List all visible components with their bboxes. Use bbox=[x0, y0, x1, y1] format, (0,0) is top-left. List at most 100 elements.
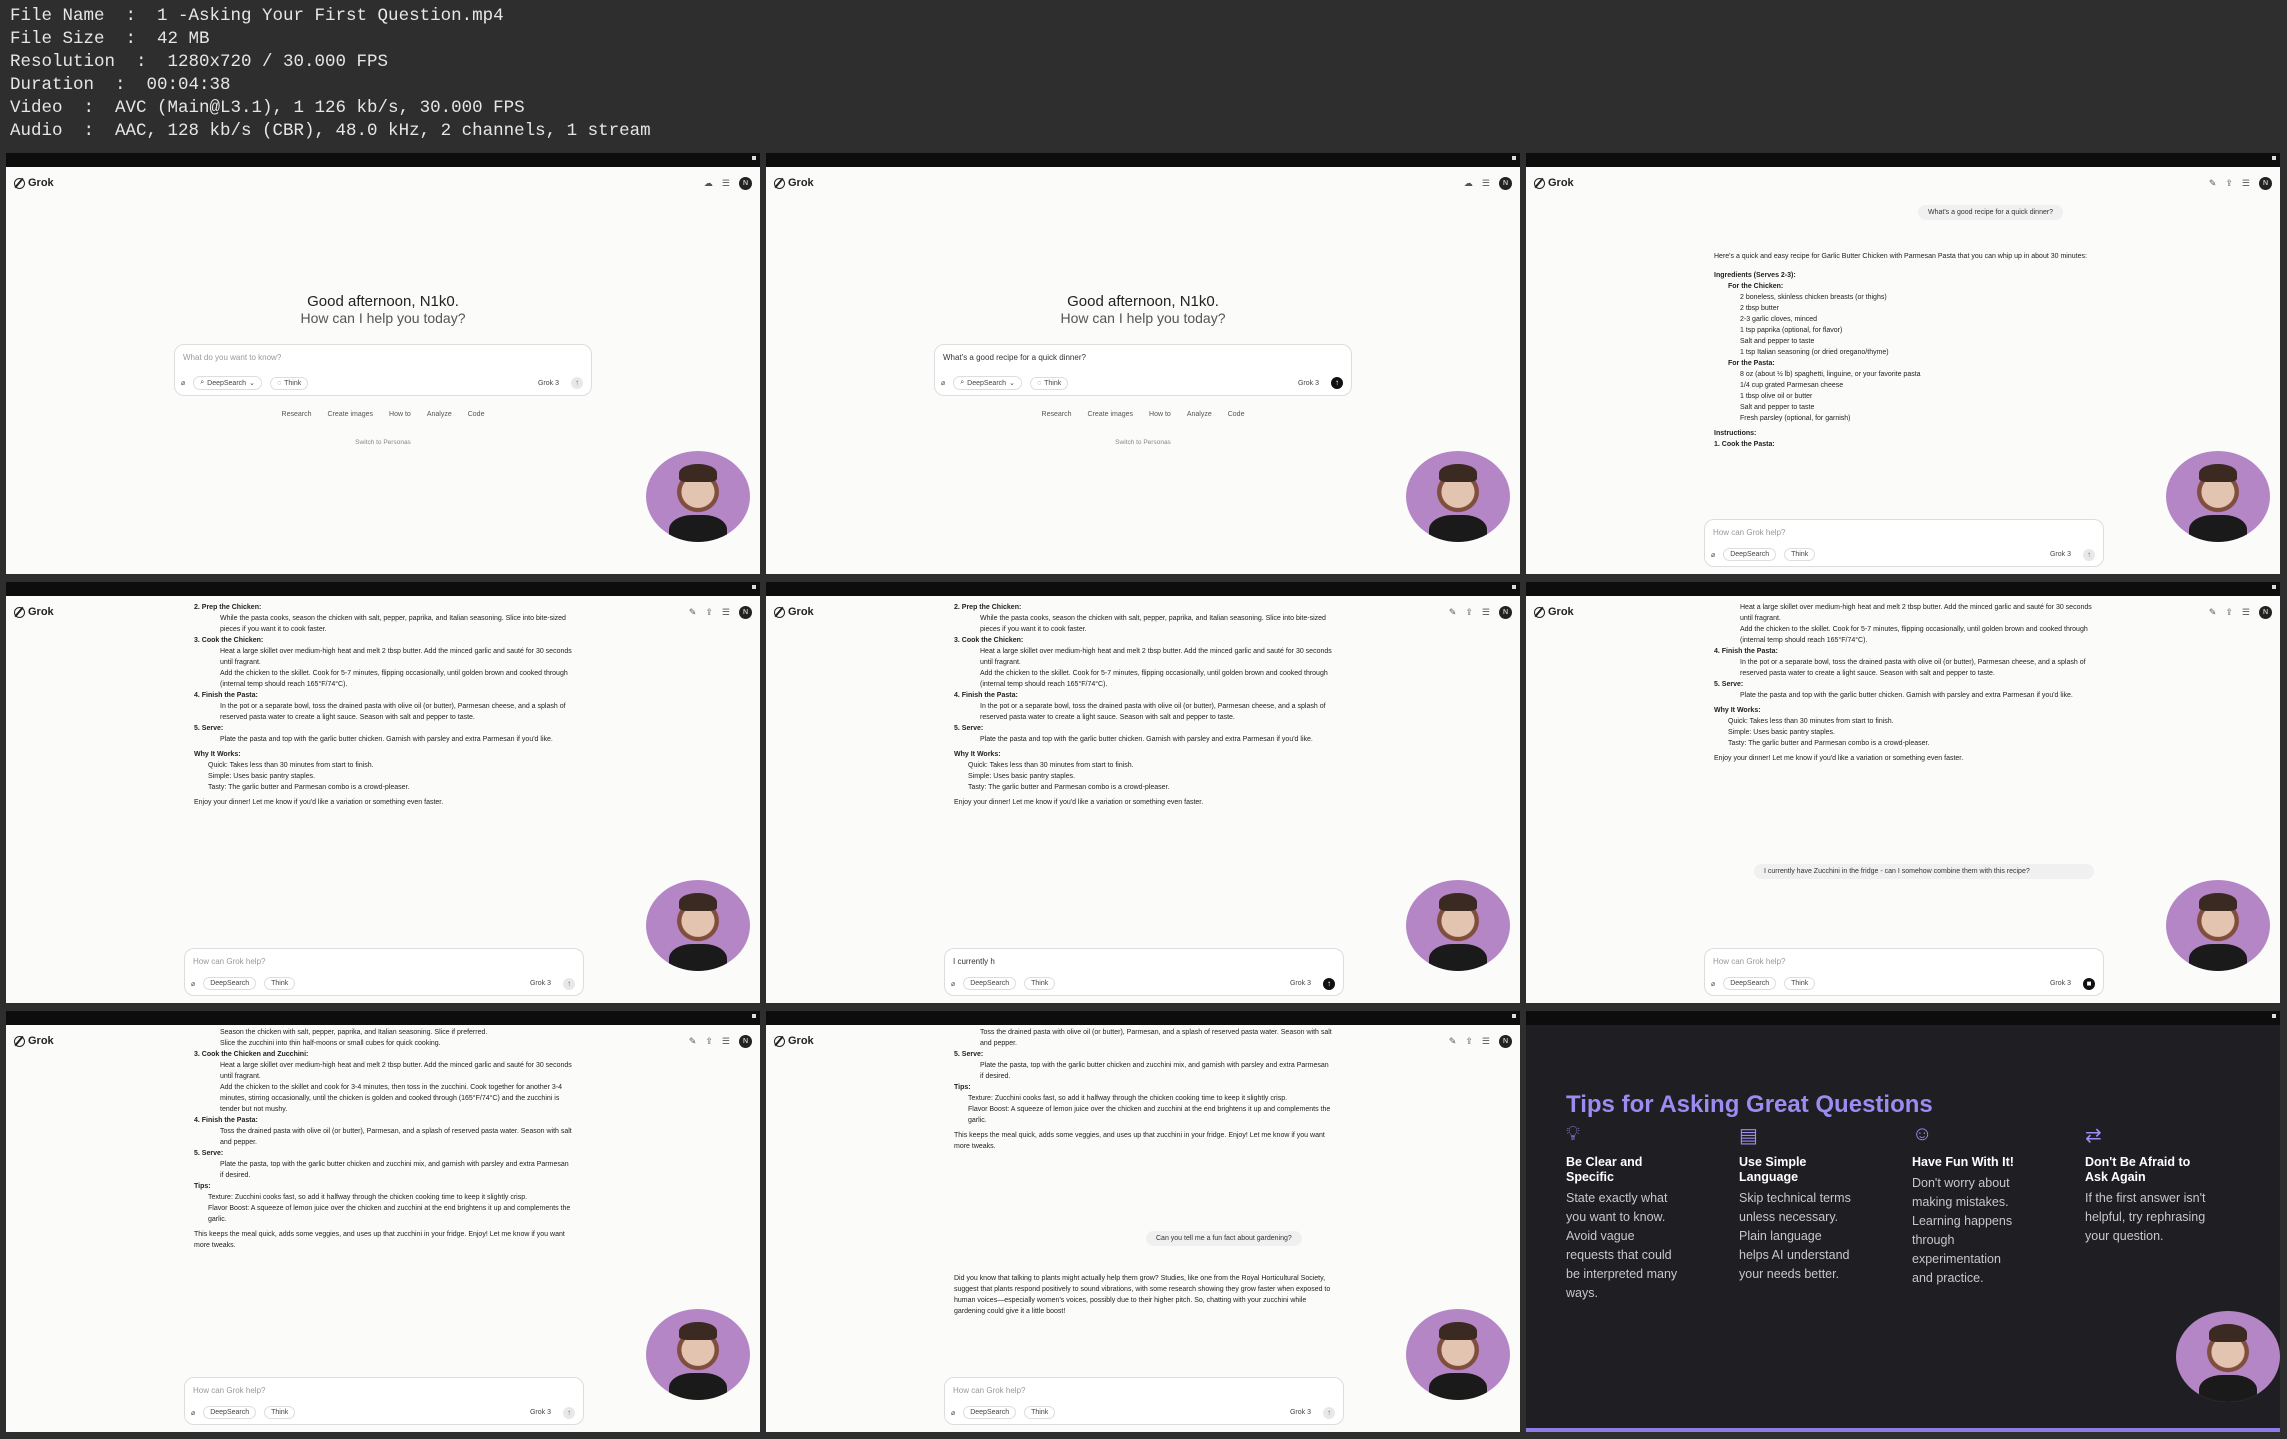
deepsearch-button[interactable]: ⌕ DeepSearch ⌄ bbox=[953, 376, 1022, 390]
send-button[interactable]: ↑ bbox=[1323, 1406, 1335, 1419]
share-icon[interactable]: ⇪ bbox=[2225, 607, 2233, 618]
how-to-action[interactable]: How to bbox=[389, 411, 411, 418]
list-item: In the pot or a separate bowl, toss the … bbox=[1740, 659, 2086, 677]
edit-icon[interactable]: ✎ bbox=[2209, 178, 2217, 189]
avatar[interactable]: N bbox=[2259, 177, 2272, 190]
edit-icon[interactable]: ✎ bbox=[689, 607, 697, 618]
prompt-box[interactable]: How can Grok help? ⌀ DeepSearch Think Grok … bbox=[1704, 948, 2104, 996]
deepsearch-button[interactable]: DeepSearch bbox=[963, 977, 1017, 990]
think-button[interactable]: Think bbox=[264, 1406, 296, 1419]
think-button[interactable]: ◌ Think bbox=[1029, 376, 1069, 390]
deepsearch-button[interactable]: DeepSearch bbox=[963, 1406, 1017, 1419]
edit-icon[interactable]: ✎ bbox=[2209, 607, 2217, 618]
avatar[interactable]: N bbox=[1499, 1035, 1512, 1048]
model-select[interactable]: Grok 3 bbox=[538, 380, 559, 387]
think-button[interactable]: Think bbox=[1784, 548, 1816, 561]
create-images-action[interactable]: Create images bbox=[1088, 411, 1134, 418]
attach-icon[interactable]: ⌀ bbox=[951, 1409, 955, 1417]
switch-personas[interactable]: Switch to Personas bbox=[6, 439, 760, 446]
attach-icon[interactable]: ⌀ bbox=[191, 980, 195, 988]
model-select[interactable]: Grok 3 bbox=[1298, 380, 1319, 387]
attach-icon[interactable]: ⌀ bbox=[191, 1409, 195, 1417]
prompt-box[interactable]: How can Grok help? ⌀ DeepSearch Think Grok … bbox=[1704, 519, 2104, 567]
grok-logo[interactable]: Grok bbox=[14, 1035, 54, 1047]
history-icon[interactable]: ☰ bbox=[2242, 178, 2250, 189]
model-select[interactable]: Grok 3 bbox=[1290, 980, 1311, 987]
research-action[interactable]: Research bbox=[1042, 411, 1072, 418]
deepsearch-button[interactable]: DeepSearch bbox=[203, 1406, 257, 1419]
avatar[interactable]: N bbox=[2259, 606, 2272, 619]
model-select[interactable]: Grok 3 bbox=[530, 1409, 551, 1416]
model-select[interactable]: Grok 3 bbox=[530, 980, 551, 987]
incognito-icon[interactable]: ☁ bbox=[704, 178, 713, 189]
model-select[interactable]: Grok 3 bbox=[2050, 551, 2071, 558]
grok-logo[interactable]: Grok bbox=[774, 1035, 814, 1047]
share-icon[interactable]: ⇪ bbox=[1465, 1036, 1473, 1047]
attach-icon[interactable]: ⌀ bbox=[181, 379, 185, 387]
stop-button[interactable]: ■ bbox=[2083, 977, 2095, 990]
how-to-action[interactable]: How to bbox=[1149, 411, 1171, 418]
attach-icon[interactable]: ⌀ bbox=[1711, 980, 1715, 988]
prompt-box[interactable]: How can Grok help? ⌀ DeepSearch Think Grok … bbox=[184, 948, 584, 996]
deepsearch-button[interactable]: ⌕ DeepSearch ⌄ bbox=[193, 376, 262, 390]
grok-logo[interactable]: Grok bbox=[1534, 606, 1574, 618]
think-button[interactable]: ◌ Think bbox=[269, 376, 309, 390]
history-icon[interactable]: ☰ bbox=[722, 607, 730, 618]
list-item: While the pasta cooks, season the chicke… bbox=[220, 615, 566, 633]
edit-icon[interactable]: ✎ bbox=[1449, 607, 1457, 618]
attach-icon[interactable]: ⌀ bbox=[941, 379, 945, 387]
edit-icon[interactable]: ✎ bbox=[689, 1036, 697, 1047]
send-button[interactable]: ↑ bbox=[1323, 977, 1335, 990]
prompt-box[interactable]: How can Grok help? ⌀ DeepSearch Think Grok … bbox=[184, 1377, 584, 1425]
think-button[interactable]: Think bbox=[1024, 1406, 1056, 1419]
code-action[interactable]: Code bbox=[468, 411, 485, 418]
attach-icon[interactable]: ⌀ bbox=[1711, 551, 1715, 559]
share-icon[interactable]: ⇪ bbox=[705, 607, 713, 618]
model-select[interactable]: Grok 3 bbox=[2050, 980, 2071, 987]
share-icon[interactable]: ⇪ bbox=[705, 1036, 713, 1047]
think-button[interactable]: Think bbox=[1784, 977, 1816, 990]
deepsearch-button[interactable]: DeepSearch bbox=[1723, 548, 1777, 561]
share-icon[interactable]: ⇪ bbox=[1465, 607, 1473, 618]
think-button[interactable]: Think bbox=[1024, 977, 1056, 990]
grok-logo[interactable]: Grok bbox=[1534, 177, 1574, 189]
create-images-action[interactable]: Create images bbox=[328, 411, 374, 418]
avatar[interactable]: N bbox=[739, 177, 752, 190]
grok-logo[interactable]: Grok bbox=[14, 606, 54, 618]
history-icon[interactable]: ☰ bbox=[722, 178, 730, 189]
share-icon[interactable]: ⇪ bbox=[2225, 178, 2233, 189]
history-icon[interactable]: ☰ bbox=[722, 1036, 730, 1047]
history-icon[interactable]: ☰ bbox=[1482, 178, 1490, 189]
grok-logo[interactable]: Grok bbox=[14, 177, 54, 189]
prompt-box[interactable]: How can Grok help? ⌀ DeepSearch Think Grok … bbox=[944, 1377, 1344, 1425]
send-button[interactable]: ↑ bbox=[2083, 548, 2095, 561]
send-button[interactable]: ↑ bbox=[1331, 377, 1343, 389]
avatar[interactable]: N bbox=[1499, 177, 1512, 190]
history-icon[interactable]: ☰ bbox=[2242, 607, 2250, 618]
avatar[interactable]: N bbox=[739, 1035, 752, 1048]
grok-logo[interactable]: Grok bbox=[774, 606, 814, 618]
research-action[interactable]: Research bbox=[282, 411, 312, 418]
incognito-icon[interactable]: ☁ bbox=[1464, 178, 1473, 189]
history-icon[interactable]: ☰ bbox=[1482, 1036, 1490, 1047]
code-action[interactable]: Code bbox=[1228, 411, 1245, 418]
prompt-box[interactable]: I currently h ⌀ DeepSearch Think Grok 3 ↑ bbox=[944, 948, 1344, 996]
send-button[interactable]: ↑ bbox=[563, 1406, 575, 1419]
switch-personas[interactable]: Switch to Personas bbox=[766, 439, 1520, 446]
history-icon[interactable]: ☰ bbox=[1482, 607, 1490, 618]
edit-icon[interactable]: ✎ bbox=[1449, 1036, 1457, 1047]
model-select[interactable]: Grok 3 bbox=[1290, 1409, 1311, 1416]
avatar[interactable]: N bbox=[739, 606, 752, 619]
analyze-action[interactable]: Analyze bbox=[427, 411, 452, 418]
grok-logo[interactable]: Grok bbox=[774, 177, 814, 189]
send-button[interactable]: ↑ bbox=[571, 377, 583, 389]
attach-icon[interactable]: ⌀ bbox=[951, 980, 955, 988]
avatar[interactable]: N bbox=[1499, 606, 1512, 619]
deepsearch-button[interactable]: DeepSearch bbox=[203, 977, 257, 990]
prompt-box[interactable]: What's a good recipe for a quick dinner?… bbox=[934, 344, 1352, 396]
deepsearch-button[interactable]: DeepSearch bbox=[1723, 977, 1777, 990]
prompt-box[interactable]: What do you want to know? ⌀ ⌕ DeepSearch ⌄… bbox=[174, 344, 592, 396]
send-button[interactable]: ↑ bbox=[563, 977, 575, 990]
analyze-action[interactable]: Analyze bbox=[1187, 411, 1212, 418]
think-button[interactable]: Think bbox=[264, 977, 296, 990]
